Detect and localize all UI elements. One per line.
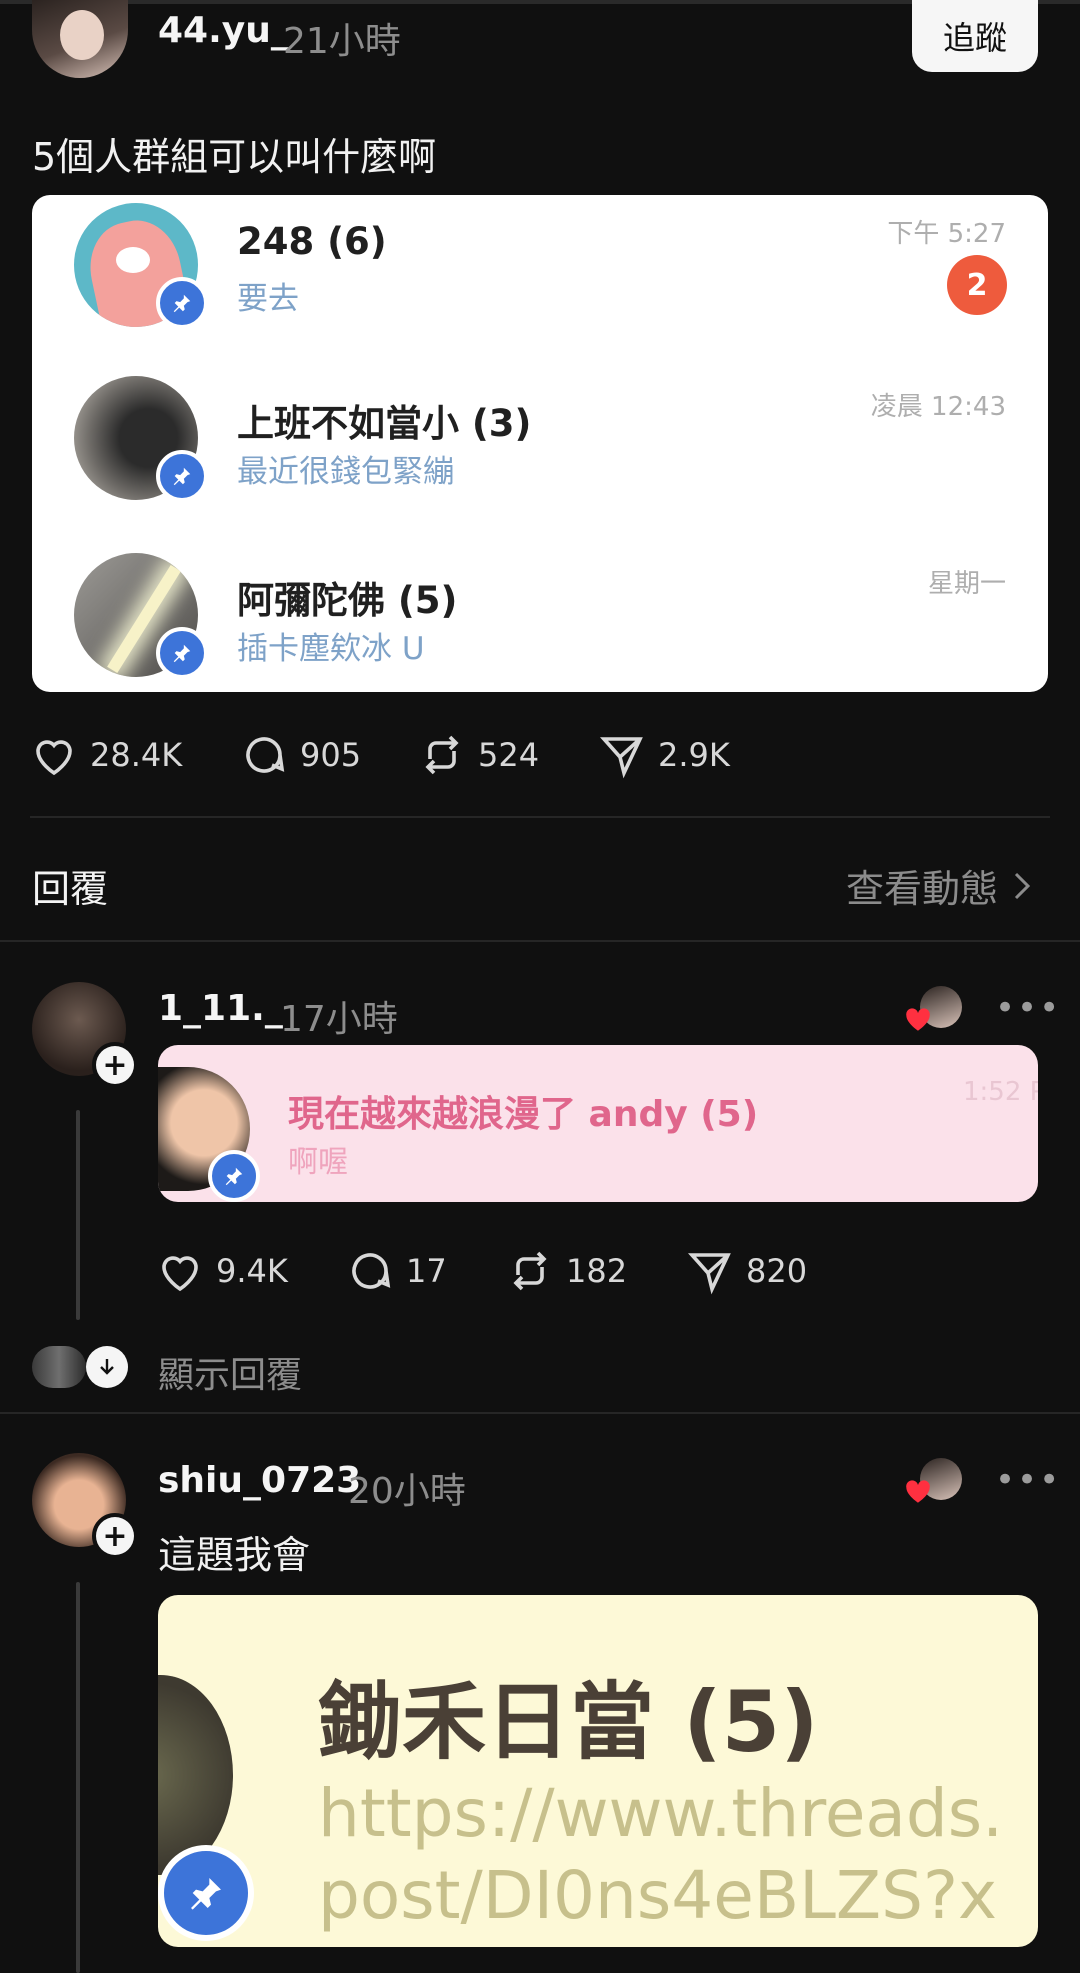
chat-row: 上班不如當小 (3) 最近很錢包緊繃 凌晨 12:43 [32,372,1048,532]
like-button[interactable]: 28.4K [30,731,182,779]
chat-preview-image[interactable]: 鋤禾日當 (5) https://www.threads. post/DI0ns… [158,1595,1038,1947]
post-time: 21小時 [283,21,401,62]
heart-icon [162,1256,198,1292]
like-count: 28.4K [90,736,183,774]
follow-plus-icon[interactable]: + [92,1513,138,1559]
reply-time: 17小時 [280,999,398,1040]
thread-line [76,1582,80,1973]
view-activity-label: 查看動態 [846,867,999,911]
post-text: 5個人群組可以叫什麼啊 [32,135,437,179]
reply-username[interactable]: 1_11._ [158,988,283,1029]
heart-icon [906,1480,930,1503]
chevron-right-icon [1014,872,1031,899]
arrow-down-icon[interactable] [86,1346,128,1388]
chat-link-line: post/DI0ns4eBLZS?x [318,1857,998,1934]
chat-link-line: https://www.threads. [318,1775,1004,1852]
repost-count: 182 [566,1252,628,1290]
chat-title: 現在越來越浪漫了 andy (5) [288,1094,759,1135]
divider [30,816,1050,818]
comment-icon [352,1253,391,1289]
divider [0,1412,1080,1414]
follow-button[interactable]: 追蹤 [912,0,1038,72]
pin-icon [156,450,208,502]
replies-heading: 回覆 [32,867,109,911]
heart-icon [906,1008,930,1031]
follow-plus-icon[interactable]: + [92,1042,138,1088]
repost-button[interactable]: 524 [418,731,539,779]
reply-username[interactable]: shiu_0723 [158,1460,361,1501]
share-icon [687,1253,731,1295]
chat-row: 阿彌陀佛 (5) 插卡塵欸冰 U 星期一 [32,549,1048,692]
pin-icon [158,1845,254,1941]
pin-icon [156,627,208,679]
comment-icon [246,737,285,773]
chat-time: 下午 5:27 [887,219,1006,249]
repost-button[interactable]: 182 [506,1247,627,1295]
pin-icon [156,277,208,329]
chat-title: 248 (6) [237,220,387,263]
show-replies-avatar [32,1346,86,1388]
pin-icon [208,1150,260,1202]
chat-title: 鋤禾日當 (5) [318,1673,819,1771]
share-icon [599,737,643,779]
show-replies-link[interactable]: 顯示回覆 [158,1346,302,1398]
chat-title: 上班不如當小 (3) [237,402,532,445]
repost-icon [425,735,459,775]
reply-text: 這題我會 [158,1533,311,1577]
author-username[interactable]: 44.yu_ [158,10,289,51]
thread-line [76,1110,80,1320]
comment-button[interactable]: 17 [346,1247,447,1295]
comment-count: 17 [406,1252,447,1290]
chat-subtitle: 要去 [237,281,299,317]
more-icon[interactable]: ••• [995,988,1061,1028]
share-count: 820 [746,1252,808,1290]
chat-time: 星期一 [927,569,1006,599]
chat-subtitle: 啊喔 [288,1145,348,1180]
reply-time: 20小時 [348,1471,466,1512]
chat-preview-image[interactable]: 現在越來越浪漫了 andy (5) 啊喔 1:52 P [158,1045,1038,1202]
unread-badge: 2 [947,255,1007,315]
share-button[interactable]: 820 [686,1247,807,1295]
chat-time: 1:52 P [963,1077,1038,1107]
view-activity-link[interactable]: 查看動態 [846,858,1036,913]
more-icon[interactable]: ••• [995,1460,1061,1500]
repost-icon [513,1251,547,1291]
author-avatar[interactable] [32,0,128,78]
repost-count: 524 [478,736,540,774]
chat-time: 凌晨 12:43 [870,392,1006,422]
like-button[interactable]: 9.4K [156,1247,288,1295]
share-button[interactable]: 2.9K [598,731,730,779]
chat-subtitle: 最近很錢包緊繃 [237,454,454,490]
chat-subtitle: 插卡塵欸冰 U [237,631,425,667]
comment-count: 905 [300,736,362,774]
heart-icon [36,740,72,776]
chat-title: 阿彌陀佛 (5) [237,579,458,622]
chat-list-image[interactable]: 248 (6) 要去 下午 5:27 2 上班不如當小 (3) 最近很錢包緊繃 … [32,195,1048,692]
like-count: 9.4K [216,1252,288,1290]
share-count: 2.9K [658,736,730,774]
comment-button[interactable]: 905 [240,731,361,779]
chat-row: 248 (6) 要去 下午 5:27 2 [32,195,1048,355]
divider [0,940,1080,942]
